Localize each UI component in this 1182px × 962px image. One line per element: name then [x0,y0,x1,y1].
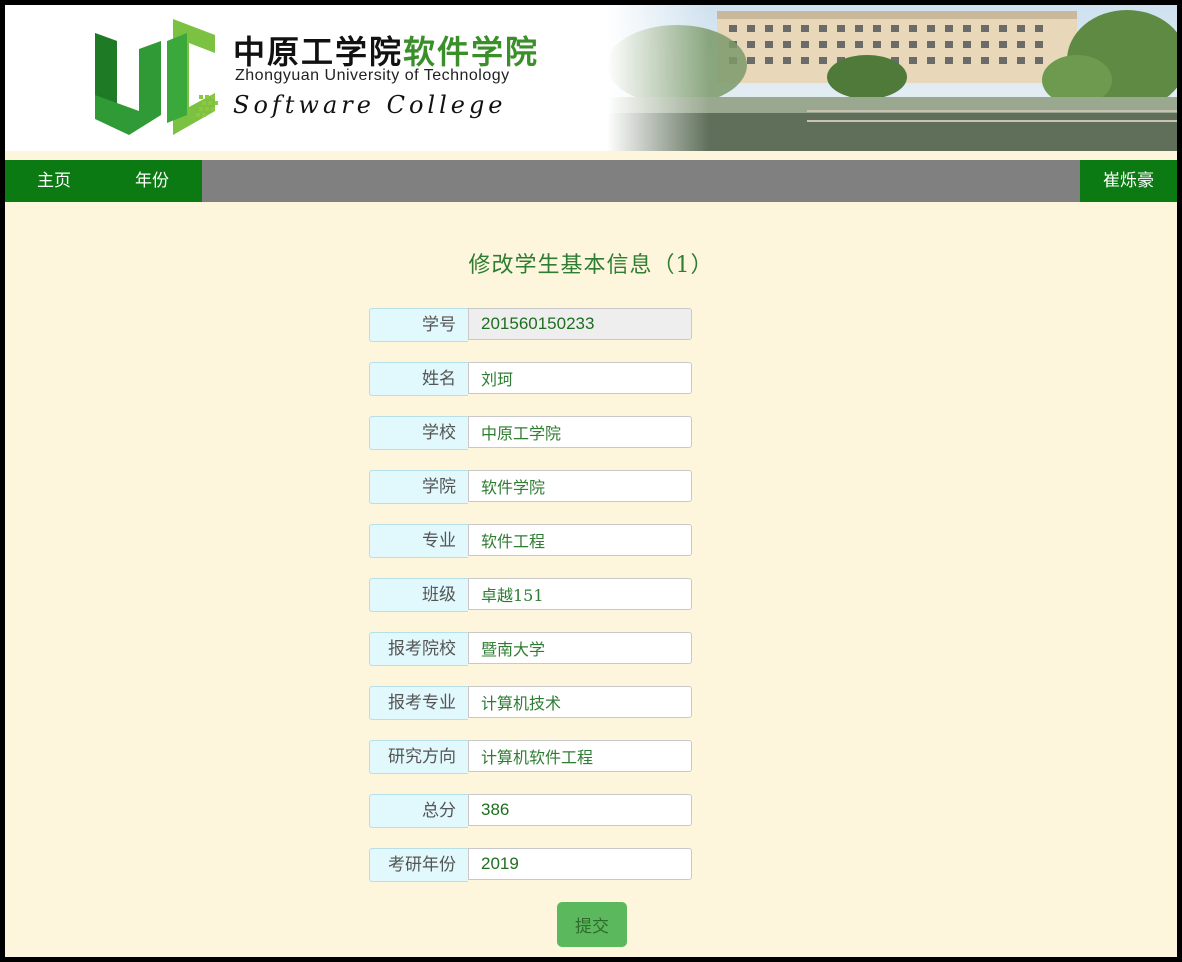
nav-item-year[interactable]: 年份 [103,160,201,202]
page-frame: 中原工学院软件学院 Zhongyuan University of Techno… [0,0,1182,962]
field-label-name: 姓名 [369,362,468,396]
field-row-research-direction: 研究方向 [369,740,695,774]
field-label-student-id: 学号 [369,308,468,342]
field-label-college: 学院 [369,470,468,504]
student-id-input[interactable] [468,308,692,340]
field-label-total-score: 总分 [369,794,468,828]
class-input[interactable] [468,578,692,610]
field-label-target-major: 报考专业 [369,686,468,720]
field-label-major: 专业 [369,524,468,558]
submit-button[interactable]: 提交 [557,902,627,947]
exam-year-input[interactable] [468,848,692,880]
name-input[interactable] [468,362,692,394]
field-row-college: 学院 [369,470,695,504]
nav-item-home[interactable]: 主页 [5,160,103,202]
college-input[interactable] [468,470,692,502]
field-label-target-school: 报考院校 [369,632,468,666]
field-row-target-major: 报考专业 [369,686,695,720]
uc-logo-icon [95,19,218,135]
field-label-research-direction: 研究方向 [369,740,468,774]
field-row-class: 班级 [369,578,695,612]
field-row-total-score: 总分 [369,794,695,828]
field-row-exam-year: 考研年份 [369,848,695,882]
major-input[interactable] [468,524,692,556]
header-banner: 中原工学院软件学院 Zhongyuan University of Techno… [5,5,1177,151]
campus-building-photo [607,5,1177,151]
nav-menu: 主页 年份 [5,160,202,202]
target-major-input[interactable] [468,686,692,718]
school-input[interactable] [468,416,692,448]
nav-user-name[interactable]: 崔烁豪 [1080,160,1177,202]
field-label-class: 班级 [369,578,468,612]
field-row-name: 姓名 [369,362,695,396]
banner-subtitle: Software College [233,91,507,119]
total-score-input[interactable] [468,794,692,826]
page-title: 修改学生基本信息（1） [468,253,714,278]
top-nav-bar: 主页 年份 崔烁豪 [5,160,1177,202]
banner-title-cn-green: 软件学院 [403,33,540,71]
student-info-form: 学号 姓名 学校 学院 专业 班级 报考院校 报考专业 [369,308,695,902]
field-row-school: 学校 [369,416,695,450]
field-row-target-school: 报考院校 [369,632,695,666]
field-row-major: 专业 [369,524,695,558]
research-direction-input[interactable] [468,740,692,772]
field-label-school: 学校 [369,416,468,450]
banner-title-cn-black: 中原工学院 [233,33,404,71]
field-row-student-id: 学号 [369,308,695,342]
field-label-exam-year: 考研年份 [369,848,468,882]
banner-title-en: Zhongyuan University of Technology [235,67,510,84]
target-school-input[interactable] [468,632,692,664]
